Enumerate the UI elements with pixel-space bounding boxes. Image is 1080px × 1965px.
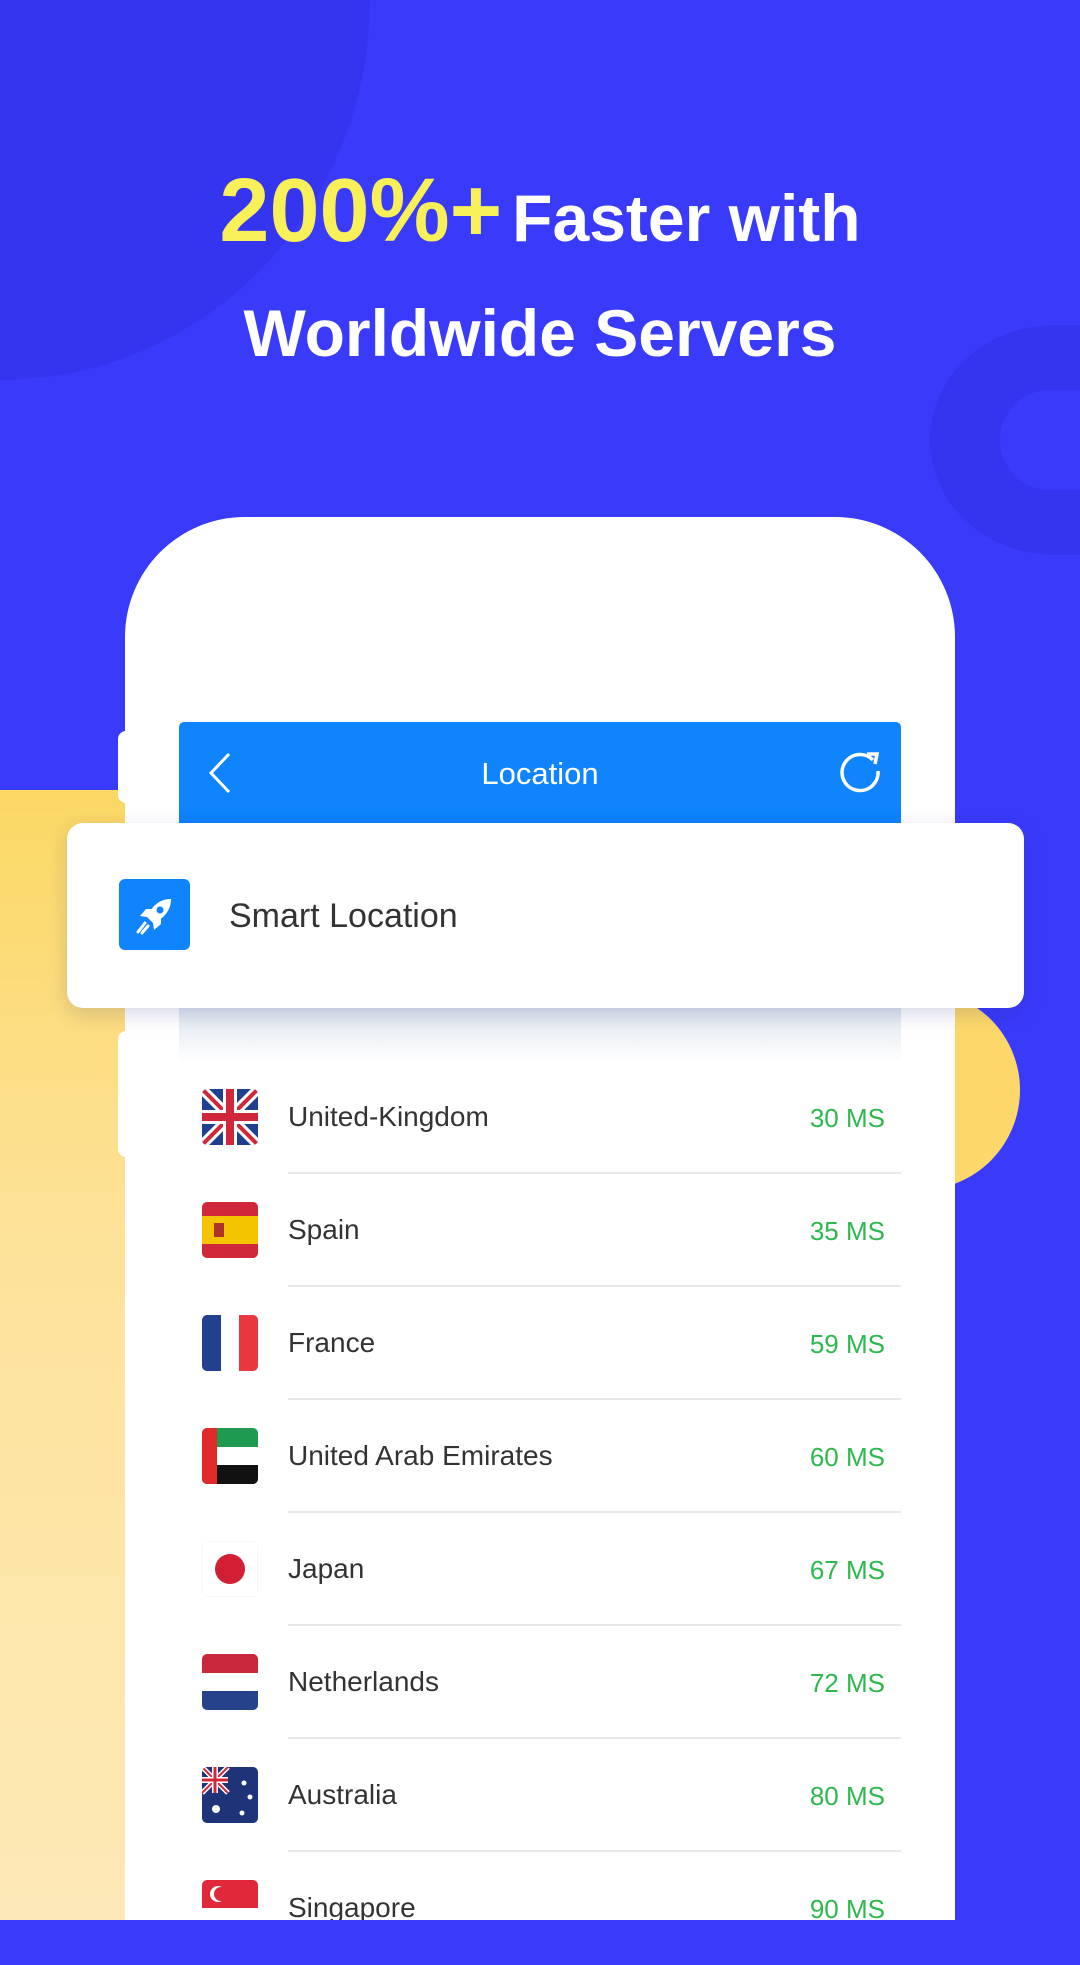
headline-line2: Worldwide Servers	[243, 296, 837, 370]
server-name: Spain	[288, 1214, 360, 1245]
server-row-au[interactable]: Australia 80 MS	[179, 1739, 901, 1852]
server-name: Japan	[288, 1553, 365, 1584]
server-latency: 80 MS	[809, 1781, 885, 1811]
headline-text: Faster with	[512, 181, 861, 255]
flag-nl-icon	[202, 1654, 258, 1710]
server-row-sg[interactable]: Singapore 90 MS	[179, 1852, 901, 1924]
server-name: United-Kingdom	[288, 1101, 489, 1132]
server-name: Netherlands	[288, 1666, 439, 1697]
flag-fr-icon	[202, 1315, 258, 1371]
server-latency: 60 MS	[809, 1442, 885, 1472]
server-latency: 35 MS	[809, 1216, 885, 1246]
header-title: Location	[481, 756, 599, 791]
flag-gb-icon	[202, 1089, 258, 1145]
rocket-icon	[119, 879, 190, 950]
server-row-fr[interactable]: France 59 MS	[179, 1287, 901, 1400]
server-name: United Arab Emirates	[288, 1440, 553, 1471]
server-latency: 59 MS	[809, 1329, 885, 1359]
flag-es-icon	[202, 1202, 258, 1258]
headline-line1: 200%+ Faster with	[0, 160, 1080, 263]
location-header: Location	[179, 722, 901, 823]
smart-location-label: Smart Location	[229, 897, 458, 935]
flag-au-icon	[202, 1767, 258, 1823]
server-latency: 30 MS	[809, 1103, 885, 1133]
server-name: Australia	[288, 1779, 397, 1810]
server-name: Singapore	[288, 1892, 416, 1923]
refresh-icon[interactable]	[837, 748, 883, 799]
server-list: United States 21 MS United-Kingdom 30 MS…	[179, 948, 901, 1920]
server-row-nl[interactable]: Netherlands 72 MS	[179, 1626, 901, 1739]
flag-jp-icon	[202, 1541, 258, 1597]
flag-ae-icon	[202, 1428, 258, 1484]
server-name: France	[288, 1327, 376, 1358]
server-latency: 90 MS	[809, 1894, 885, 1924]
server-latency: 72 MS	[809, 1668, 885, 1698]
server-row-jp[interactable]: Japan 67 MS	[179, 1513, 901, 1626]
flag-sg-icon	[202, 1880, 258, 1920]
smart-location-item[interactable]: Smart Location	[67, 823, 1024, 1008]
server-row-gb[interactable]: United-Kingdom 30 MS	[179, 1061, 901, 1174]
list-shadow	[179, 1008, 901, 1063]
server-row-ae[interactable]: United Arab Emirates 60 MS	[179, 1400, 901, 1513]
server-latency: 67 MS	[809, 1555, 885, 1585]
headline-highlight: 200%+	[219, 161, 503, 261]
server-row-es[interactable]: Spain 35 MS	[179, 1174, 901, 1287]
